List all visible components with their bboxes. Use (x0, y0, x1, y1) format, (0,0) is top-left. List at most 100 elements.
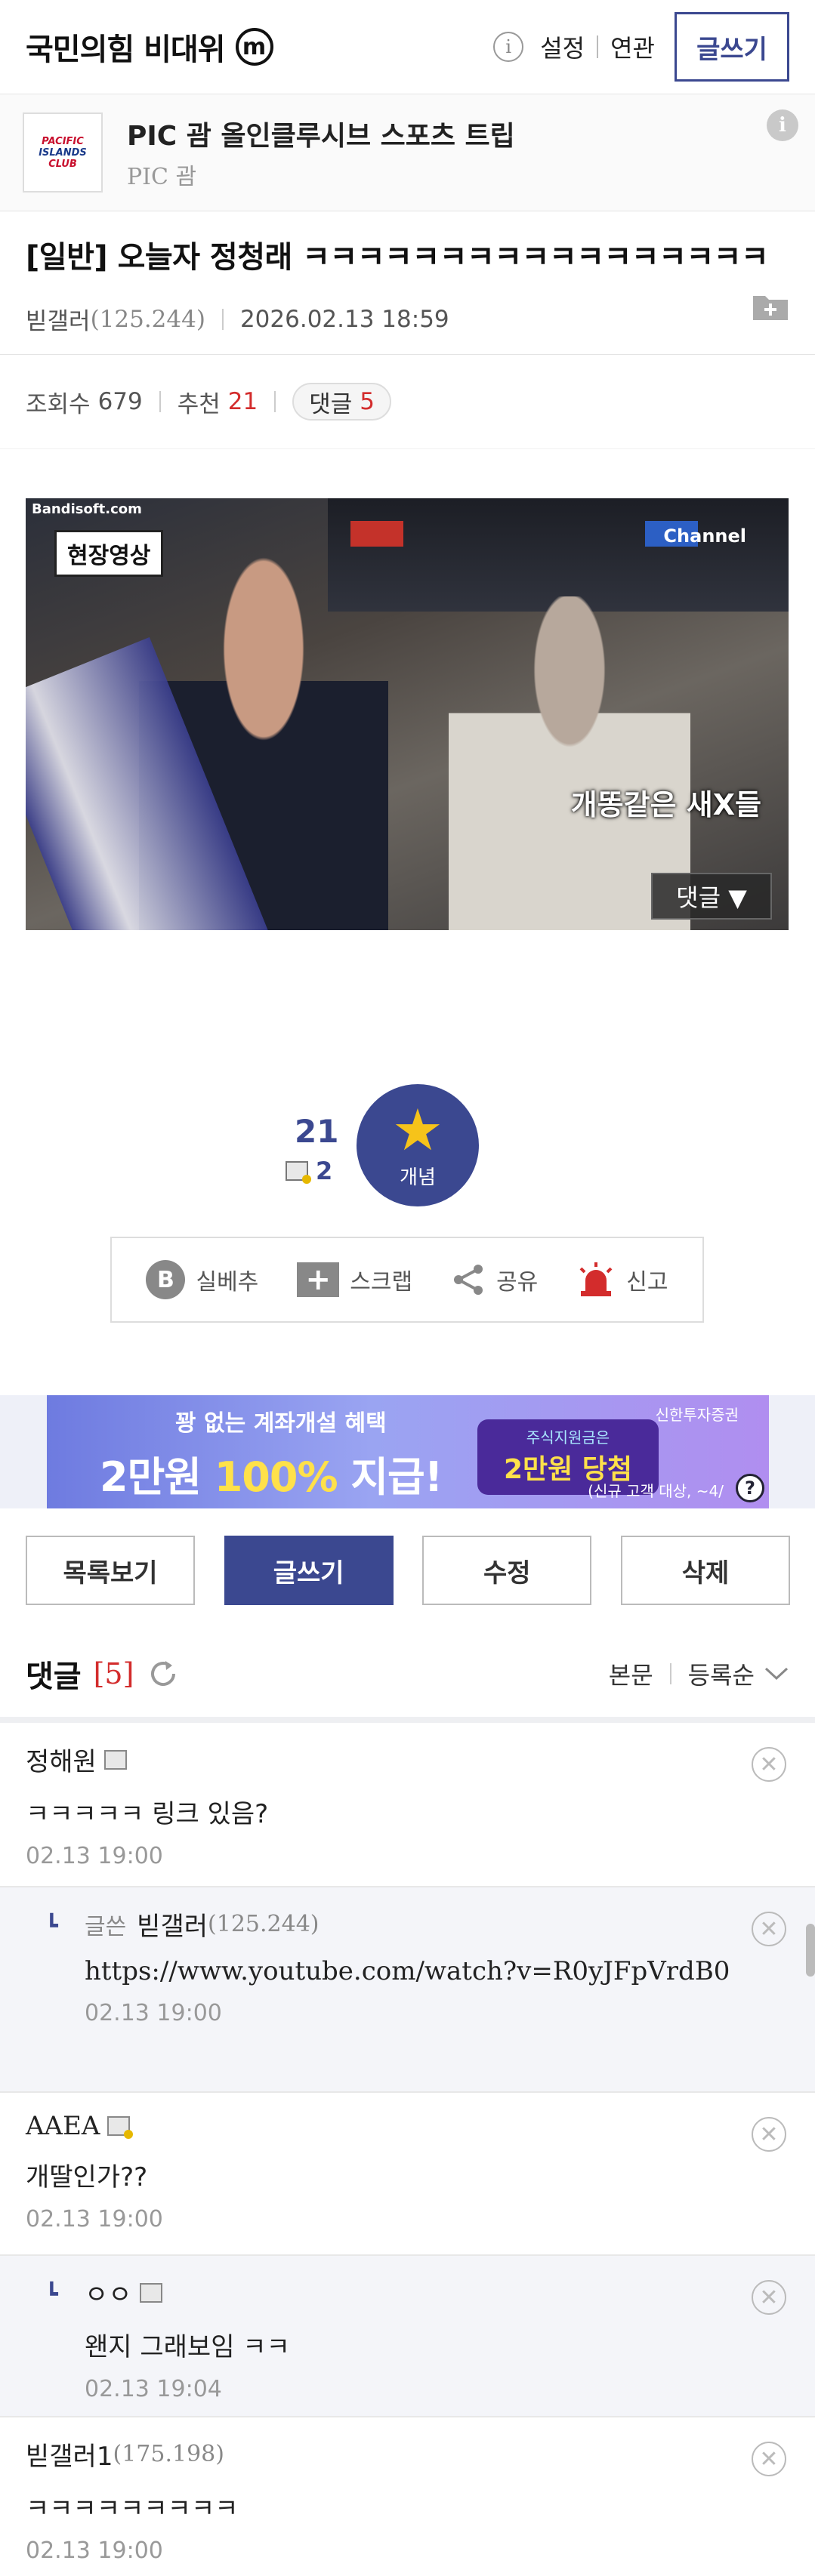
comment-date: 02.13 19:00 (26, 1843, 163, 1869)
half-fixed-user-icon (139, 2282, 162, 2303)
gallery-title[interactable]: 국민의힘 비대위 (26, 25, 226, 69)
comments-label: 댓글 (309, 390, 353, 418)
promo-banner[interactable]: 꽝 없는 계좌개설 혜택 2만원 100% 지급! 신한투자증권 주식지원금은 … (0, 1395, 815, 1508)
half-fixed-user-icon (103, 1749, 127, 1770)
ad-logo-line: ISLANDS (39, 146, 87, 159)
comment-sort: 본문 등록순 (609, 1656, 789, 1691)
delete-comment-icon[interactable]: ✕ (752, 1747, 786, 1782)
post-meta: 빋갤러 (125.244) 2026.02.13 18:59 (26, 302, 789, 336)
post-author[interactable]: 빋갤러 (26, 302, 91, 336)
scrollbar-thumb[interactable] (806, 1924, 815, 1977)
list-button[interactable]: 목록보기 (26, 1536, 195, 1605)
views-count: 679 (97, 388, 143, 415)
recommend-box: 21 2 ★ 개념 (0, 1084, 815, 1209)
comment-author[interactable]: 정해원 (26, 1741, 97, 1778)
video-comment-button[interactable]: 댓글 ▼ (651, 873, 772, 920)
recommend-button[interactable]: ★ 개념 (357, 1084, 479, 1206)
sponsored-ad[interactable]: PACIFIC ISLANDS CLUB PIC 괌 올인클루시브 스포츠 트립… (0, 94, 815, 211)
comment-author[interactable]: 빋갤러1 (26, 2436, 113, 2473)
views-label: 조회수 (26, 390, 91, 418)
comments-count: 5 (360, 388, 375, 415)
delete-comment-icon[interactable]: ✕ (752, 2117, 786, 2152)
comment-author[interactable]: ㅇㅇ (85, 2274, 132, 2311)
delete-comment-icon[interactable]: ✕ (752, 2442, 786, 2476)
post-actions: 목록보기 글쓰기 수정 삭제 (26, 1536, 790, 1605)
refresh-icon[interactable] (146, 1656, 181, 1691)
divider (159, 391, 161, 412)
writer-tag: 글쓴 (85, 1913, 127, 1940)
comment-author[interactable]: AAEA (26, 2111, 100, 2141)
comment-author-line: 글쓴 빋갤러 (125.244) (85, 1906, 789, 1943)
comment-item: 빋갤러1 (175.198) ㅋㅋㅋㅋㅋㅋㅋㅋㅋ 02.13 19:00 ✕ (0, 2417, 815, 2576)
comment-item: AAEA 개딸인가?? 02.13 19:00 ✕ (0, 2093, 815, 2256)
settings-link[interactable]: 설정 (540, 29, 585, 64)
comment-date: 02.13 19:00 (26, 2537, 163, 2564)
video-badge: 현장영상 (54, 530, 164, 577)
divider (221, 308, 224, 330)
best-recommend-button[interactable]: B 실베추 (146, 1260, 258, 1299)
minor-gallery-icon: m (235, 28, 273, 66)
divider (274, 391, 276, 412)
banner-main-a: 2만원 (100, 1453, 215, 1501)
b-icon: B (146, 1260, 186, 1299)
comment-reply: ┗ ㅇㅇ 왠지 그래보임 ㅋㅋ 02.13 19:04 ✕ (0, 2256, 815, 2417)
post-title-text: 오늘자 정청래 ㅋㅋㅋㅋㅋㅋㅋㅋㅋㅋㅋㅋㅋㅋㅋㅋㅋ (117, 240, 769, 275)
info-icon[interactable]: i (493, 32, 524, 62)
ad-title: PIC 괌 올인클루시브 스포츠 트립 (127, 121, 515, 152)
scrap-button[interactable]: + 스크랩 (297, 1262, 412, 1297)
write-button[interactable]: 글쓰기 (224, 1536, 394, 1605)
divider (669, 1663, 671, 1684)
delete-comment-icon[interactable]: ✕ (752, 1912, 786, 1946)
comment-count-pill[interactable]: 댓글 5 (292, 383, 392, 421)
chevron-down-icon[interactable] (764, 1666, 789, 1681)
comment-date: 02.13 19:00 (26, 2206, 163, 2232)
delete-button[interactable]: 삭제 (620, 1536, 790, 1605)
folder-add-icon[interactable] (752, 291, 789, 322)
comment-title: 댓글 (26, 1659, 82, 1694)
ad-logo: PACIFIC ISLANDS CLUB (23, 112, 103, 193)
fixed-recommend: 2 (286, 1157, 332, 1185)
sort-body-link[interactable]: 본문 (609, 1656, 653, 1691)
sort-order-select[interactable]: 등록순 (688, 1656, 755, 1691)
ad-logo-line: PACIFIC (42, 135, 84, 147)
share-button[interactable]: 공유 (451, 1262, 538, 1297)
comment-text[interactable]: https://www.youtube.com/watch?v=R0yJFpVr… (85, 1950, 789, 1992)
comment-count: [5] (93, 1657, 134, 1690)
comment-author[interactable]: 빋갤러 (137, 1906, 208, 1943)
report-button[interactable]: 신고 (576, 1261, 668, 1299)
comment-author-ip: (125.244) (208, 1911, 320, 1937)
comment-item: 정해원 ㅋㅋㅋㅋㅋ 링크 있음? 02.13 19:00 ✕ (0, 1723, 815, 1887)
post-tools: B 실베추 + 스크랩 공유 신고 (110, 1237, 704, 1323)
star-icon: ★ (391, 1095, 444, 1163)
fixed-user-icon (286, 1161, 311, 1184)
comment-author-line: 빋갤러1 (175.198) (26, 2436, 789, 2473)
tool-label: 실베추 (196, 1269, 259, 1296)
fixed-recommend-count: 2 (316, 1157, 333, 1185)
comment-text: 개딸인가?? (26, 2162, 148, 2192)
banner-brand: 신한투자증권 (655, 1406, 739, 1424)
comment-author-ip: (175.198) (113, 2441, 224, 2467)
siren-icon (579, 1262, 613, 1296)
post-category: [일반] (26, 240, 108, 275)
post-author-ip: (125.244) (90, 305, 205, 333)
banner-note: (신규 고객 대상, ~4/ (588, 1482, 724, 1500)
ad-logo-line: CLUB (48, 158, 77, 170)
ad-info-icon[interactable]: i (767, 109, 798, 141)
share-icon (454, 1265, 483, 1295)
post-title: [일반] 오늘자 정청래 ㅋㅋㅋㅋㅋㅋㅋㅋㅋㅋㅋㅋㅋㅋㅋㅋㅋ (26, 233, 789, 276)
recommend-count: 21 (227, 388, 258, 415)
tool-label: 공유 (496, 1269, 539, 1296)
post-datetime: 2026.02.13 18:59 (239, 305, 449, 333)
embedded-video[interactable]: Bandisoft.com 현장영상 Channel 개똥같은 새X들 댓글 ▼ (26, 498, 789, 930)
related-link[interactable]: 연관 (610, 29, 655, 64)
delete-comment-icon[interactable]: ✕ (752, 2280, 786, 2315)
fixed-user-icon (107, 2116, 134, 2139)
edit-button[interactable]: 수정 (422, 1536, 592, 1605)
recommend-label: 추천 (177, 390, 221, 418)
help-icon[interactable]: ? (736, 1474, 764, 1502)
comment-author-line: AAEA (26, 2111, 789, 2141)
write-button-top[interactable]: 글쓰기 (675, 12, 789, 82)
post-stats: 조회수 679 추천 21 댓글 5 (0, 355, 815, 449)
recommend-button-label: 개념 (400, 1166, 436, 1189)
tool-label: 신고 (626, 1269, 668, 1296)
